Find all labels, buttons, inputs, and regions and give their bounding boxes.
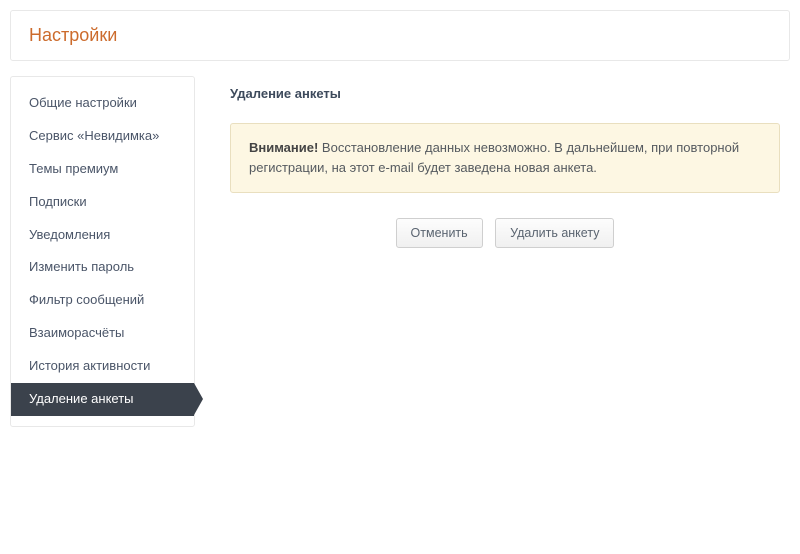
sidebar-item-delete-profile[interactable]: Удаление анкеты	[11, 383, 194, 416]
page-title: Настройки	[29, 25, 771, 46]
sidebar-item-label: Изменить пароль	[29, 259, 134, 274]
content: Удаление анкеты Внимание! Восстановление…	[195, 76, 790, 258]
sidebar-item-label: История активности	[29, 358, 150, 373]
sidebar-item-billing[interactable]: Взаиморасчёты	[11, 317, 194, 350]
sidebar-item-label: Фильтр сообщений	[29, 292, 144, 307]
sidebar-item-premium-themes[interactable]: Темы премиум	[11, 153, 194, 186]
sidebar-item-message-filter[interactable]: Фильтр сообщений	[11, 284, 194, 317]
sidebar-item-label: Взаиморасчёты	[29, 325, 124, 340]
layout: Общие настройки Сервис «Невидимка» Темы …	[10, 76, 790, 427]
sidebar-item-subscriptions[interactable]: Подписки	[11, 186, 194, 219]
cancel-button[interactable]: Отменить	[396, 218, 483, 248]
warning-alert: Внимание! Восстановление данных невозмож…	[230, 123, 780, 193]
sidebar-item-label: Общие настройки	[29, 95, 137, 110]
delete-profile-button[interactable]: Удалить анкету	[495, 218, 614, 248]
sidebar-item-activity-history[interactable]: История активности	[11, 350, 194, 383]
sidebar-item-label: Темы премиум	[29, 161, 118, 176]
sidebar: Общие настройки Сервис «Невидимка» Темы …	[10, 76, 195, 427]
sidebar-item-notifications[interactable]: Уведомления	[11, 219, 194, 252]
page-title-bar: Настройки	[10, 10, 790, 61]
sidebar-item-general[interactable]: Общие настройки	[11, 87, 194, 120]
sidebar-item-label: Сервис «Невидимка»	[29, 128, 159, 143]
sidebar-item-label: Уведомления	[29, 227, 110, 242]
content-title: Удаление анкеты	[230, 86, 780, 101]
alert-strong: Внимание!	[249, 140, 318, 155]
button-row: Отменить Удалить анкету	[230, 213, 780, 248]
sidebar-item-label: Удаление анкеты	[29, 391, 134, 406]
sidebar-item-invisible[interactable]: Сервис «Невидимка»	[11, 120, 194, 153]
sidebar-item-change-password[interactable]: Изменить пароль	[11, 251, 194, 284]
sidebar-item-label: Подписки	[29, 194, 87, 209]
alert-text: Восстановление данных невозможно. В даль…	[249, 140, 739, 175]
